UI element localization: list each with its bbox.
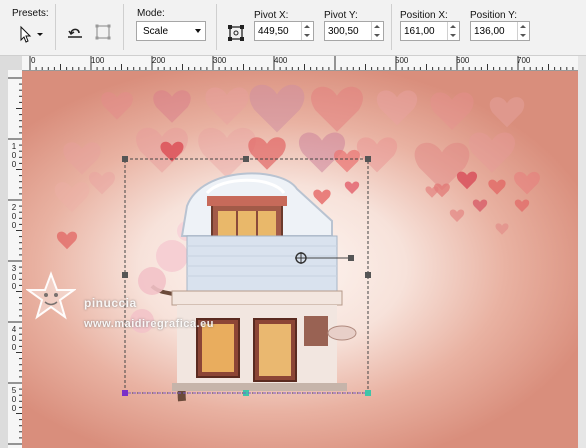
edge-handle (365, 272, 371, 278)
chevron-down-icon (374, 34, 380, 37)
spin-arrows[interactable] (447, 22, 459, 40)
chevron-down-icon (450, 34, 456, 37)
shop-house (171, 172, 357, 391)
ruler-tick-label: 3 0 0 (11, 264, 17, 291)
vertical-ruler: 1 0 0 2 0 0 3 0 0 4 0 0 5 0 0 (8, 70, 23, 448)
presets-label: Presets: (12, 8, 49, 19)
spin-arrows[interactable] (301, 22, 313, 40)
ruler-tick-label: 0 (31, 56, 36, 65)
corner-handle (365, 390, 371, 396)
position-x-field[interactable]: 161,00 (400, 21, 460, 41)
image-canvas[interactable]: pinuccia www.maidiregrafica.eu (22, 71, 578, 448)
ruler-tick-label: 2 0 0 (11, 203, 17, 230)
chevron-up-icon (520, 25, 526, 28)
mode-select[interactable]: Scale (136, 21, 206, 41)
edge-handle (122, 272, 128, 278)
mode-label: Mode: (137, 8, 165, 19)
chevron-down-icon (304, 34, 310, 37)
spin-arrows[interactable] (517, 22, 529, 40)
reset-icon (68, 28, 82, 38)
horizontal-ruler: 0 100 200 300 400 500 600 700 800 (22, 56, 578, 71)
horizontal-ruler-ticks (29, 56, 574, 70)
apply-transform-icon (95, 24, 111, 40)
pivot-x-label: Pivot X: (254, 10, 289, 21)
toolbar-separator (123, 4, 124, 50)
ruler-tick-label: 5 0 0 (11, 386, 17, 413)
toolbar-separator (55, 4, 56, 50)
toolbar-separator (391, 4, 392, 50)
ruler-tick-label: 500 (395, 56, 409, 65)
chevron-up-icon (374, 25, 380, 28)
canvas-artwork (54, 84, 540, 402)
vertical-scrollbar[interactable] (578, 56, 586, 448)
image-workspace: 0 100 200 300 400 500 600 700 800 1 0 0 … (0, 56, 586, 448)
position-y-label: Position Y: (470, 10, 518, 21)
presets-dropdown-button[interactable] (14, 22, 50, 46)
ruler-tick-label: 700 (517, 56, 531, 65)
rotation-handle (348, 255, 354, 261)
pivot-x-field[interactable]: 449,50 (254, 21, 314, 41)
mode-value: Scale (143, 26, 169, 37)
tool-options-bar: Presets: Mode: Scale Pivot X: 449,50 Piv… (0, 0, 586, 56)
pivot-point-icon (228, 25, 244, 41)
position-y-field[interactable]: 136,00 (470, 21, 530, 41)
chevron-down-icon (520, 34, 526, 37)
pivot-y-label: Pivot Y: (324, 10, 358, 21)
corner-handle (122, 390, 128, 396)
ruler-tick-label: 100 (91, 56, 105, 65)
position-x-label: Position X: (400, 10, 448, 21)
apply-button[interactable] (90, 19, 116, 45)
ruler-tick-label: 400 (274, 56, 288, 65)
toolbar-separator (216, 4, 217, 50)
pivot-y-field[interactable]: 300,50 (324, 21, 384, 41)
chevron-up-icon (304, 25, 310, 28)
edge-handle (243, 156, 249, 162)
corner-handle (365, 156, 371, 162)
ruler-tick-label: 300 (213, 56, 227, 65)
position-y-value: 136,00 (474, 26, 505, 37)
ruler-tick-label: 1 0 0 (11, 142, 17, 169)
chevron-up-icon (450, 25, 456, 28)
pivot-button[interactable] (223, 20, 249, 46)
reset-rectangle-button[interactable] (62, 19, 88, 45)
corner-handle (122, 156, 128, 162)
pick-tool-arrow-icon (20, 25, 43, 43)
chevron-down-icon (195, 29, 201, 33)
pivot-x-value: 449,50 (258, 26, 289, 37)
spin-arrows[interactable] (371, 22, 383, 40)
ruler-tick-label: 600 (456, 56, 470, 65)
pivot-y-value: 300,50 (328, 26, 359, 37)
ruler-tick-label: 4 0 0 (11, 325, 17, 352)
ruler-tick-label: 200 (152, 56, 166, 65)
position-x-value: 161,00 (404, 26, 435, 37)
